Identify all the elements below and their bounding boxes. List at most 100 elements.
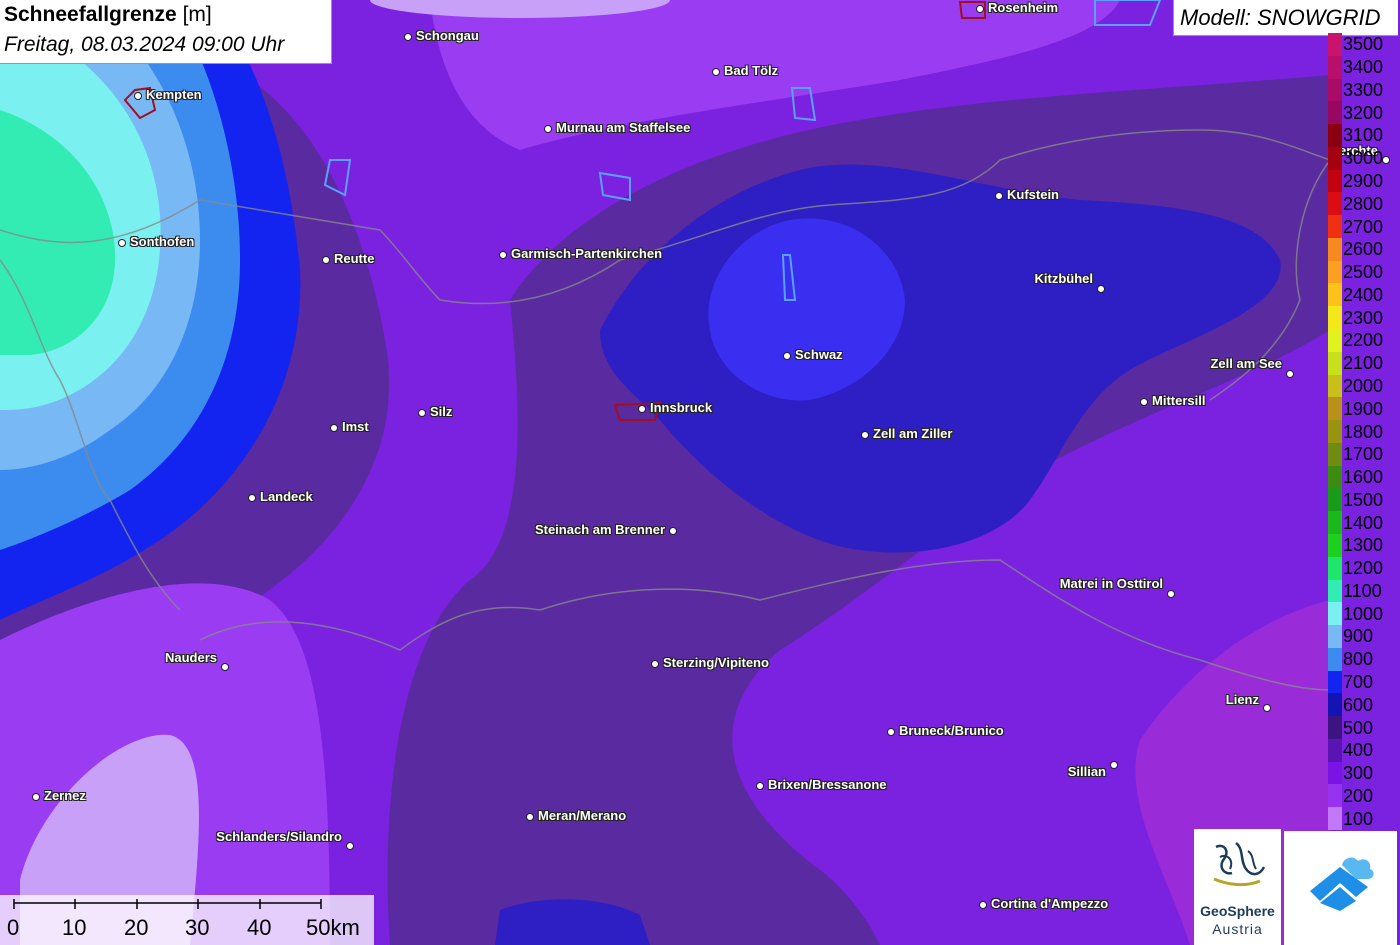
city-label-nauders: Nauders [164, 650, 217, 665]
legend-swatch-2500 [1328, 260, 1342, 284]
legend-swatch-600 [1328, 693, 1342, 717]
city-marker-landeck[interactable] [247, 493, 256, 502]
snow-cloud-logo[interactable] [1284, 831, 1397, 945]
city-label-schlanders-silandro: Schlanders/Silandro [216, 829, 342, 844]
city-marker-imst[interactable] [329, 423, 338, 432]
city-marker-mittersill[interactable] [1139, 397, 1148, 406]
legend-swatch-300 [1328, 761, 1342, 785]
city-marker-lienz[interactable] [1262, 703, 1271, 712]
legend-swatch-1300 [1328, 533, 1342, 557]
legend-label-2200: 2200 [1343, 330, 1384, 351]
snow-cloud-icon [1310, 857, 1374, 911]
city-marker-silz[interactable] [417, 408, 426, 417]
map-title: Schneefallgrenze [m] [4, 3, 212, 27]
legend-swatch-100 [1328, 807, 1342, 830]
city-label-matrei-in-osttirol: Matrei in Osttirol [1059, 576, 1163, 591]
city-marker-steinach-am-brenner[interactable] [668, 526, 677, 535]
legend-swatch-2800 [1328, 192, 1342, 216]
legend-swatch-500 [1328, 716, 1342, 739]
legend-swatch-2700 [1328, 215, 1342, 238]
legend-label-1900: 1900 [1343, 398, 1384, 419]
snowfall-map[interactable] [0, 0, 1400, 945]
legend-swatch-1000 [1328, 602, 1342, 626]
city-marker-bruneck-brunico[interactable] [886, 727, 895, 736]
city-label-steinach-am-brenner: Steinach am Brenner [534, 522, 665, 537]
geosphere-country: Austria [1212, 921, 1263, 937]
legend-swatch-1600 [1328, 465, 1342, 489]
city-label-bruneck-brunico: Bruneck/Brunico [899, 723, 1004, 738]
legend-label-400: 400 [1343, 740, 1374, 761]
city-marker-matrei-in-osttirol[interactable] [1166, 589, 1175, 598]
city-label-kitzb-hel: Kitzbühel [1034, 271, 1094, 286]
legend-swatch-200 [1328, 784, 1342, 808]
city-label-innsbruck: Innsbruck [650, 400, 713, 415]
city-marker-rosenheim[interactable] [975, 4, 984, 13]
city-marker-zell-am-see[interactable] [1285, 369, 1294, 378]
scale-label-10: 10 [62, 915, 87, 940]
legend-label-1400: 1400 [1343, 512, 1384, 533]
city-marker-sonthofen[interactable] [117, 238, 126, 247]
legend-label-500: 500 [1343, 717, 1374, 738]
city-marker-reutte[interactable] [321, 255, 330, 264]
legend-swatch-1900 [1328, 397, 1342, 421]
city-marker-garmisch-partenkirchen[interactable] [498, 250, 507, 259]
legend-label-2300: 2300 [1343, 307, 1384, 328]
legend-label-2000: 2000 [1343, 375, 1384, 396]
city-marker-cortina-d-ampezzo[interactable] [978, 900, 987, 909]
city-marker-kitzb-hel[interactable] [1096, 284, 1105, 293]
city-marker-zell-am-ziller[interactable] [860, 430, 869, 439]
legend-label-1700: 1700 [1343, 444, 1384, 465]
city-marker-kufstein[interactable] [994, 191, 1003, 200]
legend-swatch-2100 [1328, 351, 1342, 375]
city-label-cortina-d-ampezzo: Cortina d'Ampezzo [991, 896, 1109, 911]
city-label-zernez: Zernez [44, 788, 86, 803]
city-label-zell-am-see: Zell am See [1210, 356, 1282, 371]
city-marker-innsbruck[interactable] [637, 404, 646, 413]
legend-swatch-1800 [1328, 420, 1342, 443]
legend-swatch-3000 [1328, 146, 1342, 170]
city-marker-sillian[interactable] [1109, 760, 1118, 769]
geosphere-logo[interactable]: GeoSphere Austria [1194, 829, 1281, 945]
legend-label-2700: 2700 [1343, 216, 1384, 237]
legend-label-2800: 2800 [1343, 193, 1384, 214]
city-marker-kempten[interactable] [133, 91, 142, 100]
city-label-meran-merano: Meran/Merano [538, 808, 627, 823]
legend-swatch-900 [1328, 625, 1342, 648]
city-marker-brixen-bressanone[interactable] [755, 781, 764, 790]
legend-swatch-2600 [1328, 237, 1342, 261]
title-bold: Schneefallgrenze [4, 3, 177, 26]
city-label-landeck: Landeck [260, 489, 313, 504]
city-label-brixen-bressanone: Brixen/Bressanone [768, 777, 887, 792]
city-marker-sterzing-vipiteno[interactable] [650, 659, 659, 668]
city-marker-schongau[interactable] [403, 32, 412, 41]
city-marker-meran-merano[interactable] [525, 812, 534, 821]
color-legend: 3500 3400 3300 3200 3100 3000 2900 2800 2700 2600… [1328, 33, 1400, 830]
legend-label-3400: 3400 [1343, 57, 1384, 78]
legend-label-1000: 1000 [1343, 603, 1384, 624]
city-label-murnau-am-staffelsee: Murnau am Staffelsee [556, 120, 691, 135]
city-marker-schwaz[interactable] [782, 351, 791, 360]
city-label-kempten: Kempten [146, 87, 202, 102]
city-marker-schlanders-silandro[interactable] [345, 841, 354, 850]
legend-label-2900: 2900 [1343, 171, 1384, 191]
legend-swatch-3400 [1328, 55, 1342, 79]
legend-swatch-3500 [1328, 33, 1342, 56]
title-unit: [m] [182, 3, 212, 26]
legend-label-3100: 3100 [1343, 125, 1384, 146]
legend-swatch-2300 [1328, 306, 1342, 330]
legend-label-2600: 2600 [1343, 239, 1384, 260]
city-label-reutte: Reutte [334, 251, 375, 266]
city-marker-bad-t-lz[interactable] [711, 67, 720, 76]
legend-label-1800: 1800 [1343, 421, 1384, 442]
city-marker-zernez[interactable] [31, 792, 40, 801]
city-label-schongau: Schongau [416, 28, 479, 43]
city-label-sillian: Sillian [1067, 764, 1106, 779]
city-label-garmisch-partenkirchen: Garmisch-Partenkirchen [511, 246, 663, 261]
legend-swatch-2200 [1328, 329, 1342, 352]
city-marker-nauders[interactable] [220, 662, 229, 671]
city-marker-murnau-am-staffelsee[interactable] [543, 124, 552, 133]
city-label-zell-am-ziller: Zell am Ziller [873, 426, 953, 441]
legend-swatch-2000 [1328, 374, 1342, 398]
legend-label-3000: 3000 [1343, 148, 1384, 169]
city-label-mittersill: Mittersill [1152, 393, 1206, 408]
